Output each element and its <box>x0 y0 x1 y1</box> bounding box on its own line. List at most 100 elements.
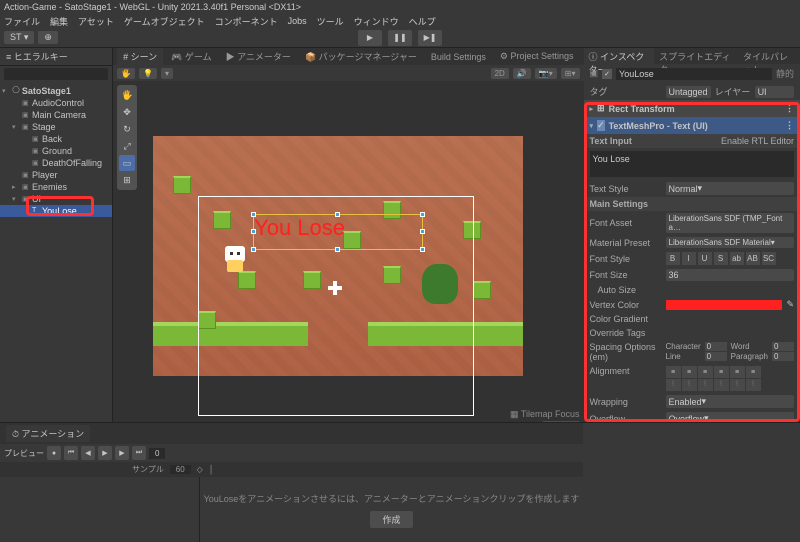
scene-toolbar-item[interactable]: ⊞▾ <box>561 68 580 79</box>
last-frame-button[interactable]: ⏭ <box>132 446 146 460</box>
play-button[interactable]: ▶ <box>358 30 382 46</box>
tab-project-settings[interactable]: ⚙ Project Settings <box>494 49 580 64</box>
spacing-char-input[interactable]: 0 <box>705 342 727 351</box>
italic-toggle[interactable]: I <box>682 252 696 265</box>
recttool-icon[interactable]: ▭ <box>119 155 135 171</box>
active-checkbox[interactable]: ✓ <box>602 69 612 79</box>
static-label[interactable]: 静的 <box>776 67 794 80</box>
scene-toolbar-item[interactable]: 📷▾ <box>535 68 557 79</box>
underline-toggle[interactable]: U <box>698 252 712 265</box>
tab-game[interactable]: 🎮 ゲーム <box>165 48 217 65</box>
align-button[interactable]: ≡ <box>730 366 745 378</box>
menu-window[interactable]: ウィンドウ <box>354 15 399 28</box>
tree-item[interactable]: ▣Main Camera <box>0 109 112 121</box>
tree-item[interactable]: ▣Back <box>0 133 112 145</box>
scene-viewport[interactable]: 🖐 ✥ ↻ ⤢ ▭ ⊞ <box>113 81 583 422</box>
font-asset-field[interactable]: LiberationSans SDF (TMP_Font a… <box>666 213 794 233</box>
wrapping-dropdown[interactable]: Enabled ▾ <box>666 395 794 408</box>
uppercase-toggle[interactable]: AB <box>746 252 760 265</box>
tree-item[interactable]: ▾▣Stage <box>0 121 112 133</box>
prev-frame-button[interactable]: ◀ <box>81 446 95 460</box>
handtool-icon[interactable]: 🖐 <box>119 87 135 103</box>
align-button[interactable]: ⫶ <box>714 379 729 391</box>
scene-toolbar-item[interactable]: 🖐 <box>117 68 135 79</box>
tree-item[interactable]: ▣DeathOfFalling <box>0 157 112 169</box>
align-button[interactable]: ≡ <box>714 366 729 378</box>
overflow-dropdown[interactable]: Overflow ▾ <box>666 412 794 422</box>
scene-toolbar-2d[interactable]: 2D <box>491 68 509 79</box>
hierarchy-tab[interactable]: ≡ ヒエラルキー <box>0 48 112 66</box>
hierarchy-search-input[interactable] <box>4 68 108 80</box>
text-selection-rect[interactable]: You Lose <box>253 214 423 250</box>
strike-toggle[interactable]: S <box>714 252 728 265</box>
tab-animator[interactable]: ▶ アニメーター <box>220 48 297 65</box>
menu-component[interactable]: コンポーネント <box>215 15 278 28</box>
align-button[interactable]: ≡ <box>666 366 681 378</box>
tree-item[interactable]: ▣AudioControl <box>0 97 112 109</box>
text-input-textarea[interactable]: You Lose <box>590 151 794 177</box>
textmeshpro-component[interactable]: ▾✓TextMeshPro - Text (UI)⋮ <box>584 117 800 134</box>
add-key-button[interactable]: ◇ <box>197 465 203 474</box>
tree-item[interactable]: ▣Player <box>0 169 112 181</box>
transformtool-icon[interactable]: ⊞ <box>119 172 135 188</box>
align-button[interactable]: ≡ <box>698 366 713 378</box>
menu-tools[interactable]: ツール <box>317 15 344 28</box>
scene-toolbar-item[interactable]: ▾ <box>161 68 173 79</box>
cloud-button[interactable]: ⊕ <box>38 31 58 44</box>
font-size-input[interactable]: 36 <box>666 269 794 281</box>
animation-tab[interactable]: ⏱ アニメーション <box>6 425 90 442</box>
tab-scene[interactable]: # シーン <box>117 48 163 65</box>
step-button[interactable]: ▶❚ <box>418 30 442 46</box>
record-button[interactable]: ● <box>47 446 61 460</box>
preview-toggle[interactable]: プレビュー <box>4 448 44 459</box>
movetool-icon[interactable]: ✥ <box>119 104 135 120</box>
menu-gameobject[interactable]: ゲームオブジェクト <box>124 15 205 28</box>
spacing-line-input[interactable]: 0 <box>705 352 727 361</box>
create-animation-button[interactable]: 作成 <box>370 511 412 528</box>
menu-help[interactable]: ヘルプ <box>409 15 436 28</box>
spacing-para-input[interactable]: 0 <box>772 352 794 361</box>
rotatetool-icon[interactable]: ↻ <box>119 121 135 137</box>
material-preset-dropdown[interactable]: LiberationSans SDF Material ▾ <box>666 237 794 248</box>
account-dropdown[interactable]: ST ▾ <box>4 31 34 44</box>
focus-dropdown[interactable]: なし ▾ <box>542 421 580 422</box>
tab-tile-palette[interactable]: タイルパレット <box>738 48 800 64</box>
bold-toggle[interactable]: B <box>666 252 680 265</box>
add-event-button[interactable]: │ <box>209 465 214 474</box>
menu-file[interactable]: ファイル <box>4 15 40 28</box>
tree-item[interactable]: ▸▣Enemies <box>0 181 112 193</box>
align-button[interactable]: ⫶ <box>666 379 681 391</box>
menu-edit[interactable]: 編集 <box>50 15 68 28</box>
tab-package-manager[interactable]: 📦 パッケージマネージャー <box>299 48 423 65</box>
tag-dropdown[interactable]: Untagged <box>666 86 711 98</box>
frame-input[interactable]: 0 <box>149 448 165 459</box>
rect-transform-component[interactable]: ▸⊞ Rect Transform⋮ <box>584 100 800 117</box>
tab-inspector[interactable]: ⓘ インスペクター <box>584 48 655 64</box>
scene-toolbar-item[interactable]: 🔊 <box>513 68 531 79</box>
text-style-dropdown[interactable]: Normal ▾ <box>666 182 794 195</box>
align-button[interactable]: ⫶ <box>698 379 713 391</box>
eyedropper-icon[interactable]: ✎ <box>786 299 794 310</box>
play-anim-button[interactable]: ▶ <box>98 446 112 460</box>
tab-sprite-editor[interactable]: スプライトエディター <box>654 48 738 64</box>
spacing-word-input[interactable]: 0 <box>772 342 794 351</box>
scaletool-icon[interactable]: ⤢ <box>119 138 135 154</box>
lowercase-toggle[interactable]: ab <box>730 252 744 265</box>
align-button[interactable]: ⫶ <box>746 379 761 391</box>
vertex-color-swatch[interactable] <box>666 300 783 310</box>
tree-item[interactable]: ▾▣UI <box>0 193 112 205</box>
scene-toolbar-item[interactable]: 💡 <box>139 68 157 79</box>
sample-input[interactable]: 60 <box>170 465 191 474</box>
tab-build-settings[interactable]: Build Settings <box>425 50 492 64</box>
gameobject-name-input[interactable] <box>616 68 772 80</box>
layer-dropdown[interactable]: UI <box>755 86 794 98</box>
align-button[interactable]: ≡ <box>682 366 697 378</box>
align-button[interactable]: ⫶ <box>682 379 697 391</box>
first-frame-button[interactable]: ⏮ <box>64 446 78 460</box>
align-button[interactable]: ⫶ <box>730 379 745 391</box>
next-frame-button[interactable]: ▶ <box>115 446 129 460</box>
menu-assets[interactable]: アセット <box>78 15 114 28</box>
tree-item-youlose[interactable]: TYouLose <box>0 205 112 217</box>
tree-item[interactable]: ▣Ground <box>0 145 112 157</box>
smallcaps-toggle[interactable]: SC <box>762 252 776 265</box>
